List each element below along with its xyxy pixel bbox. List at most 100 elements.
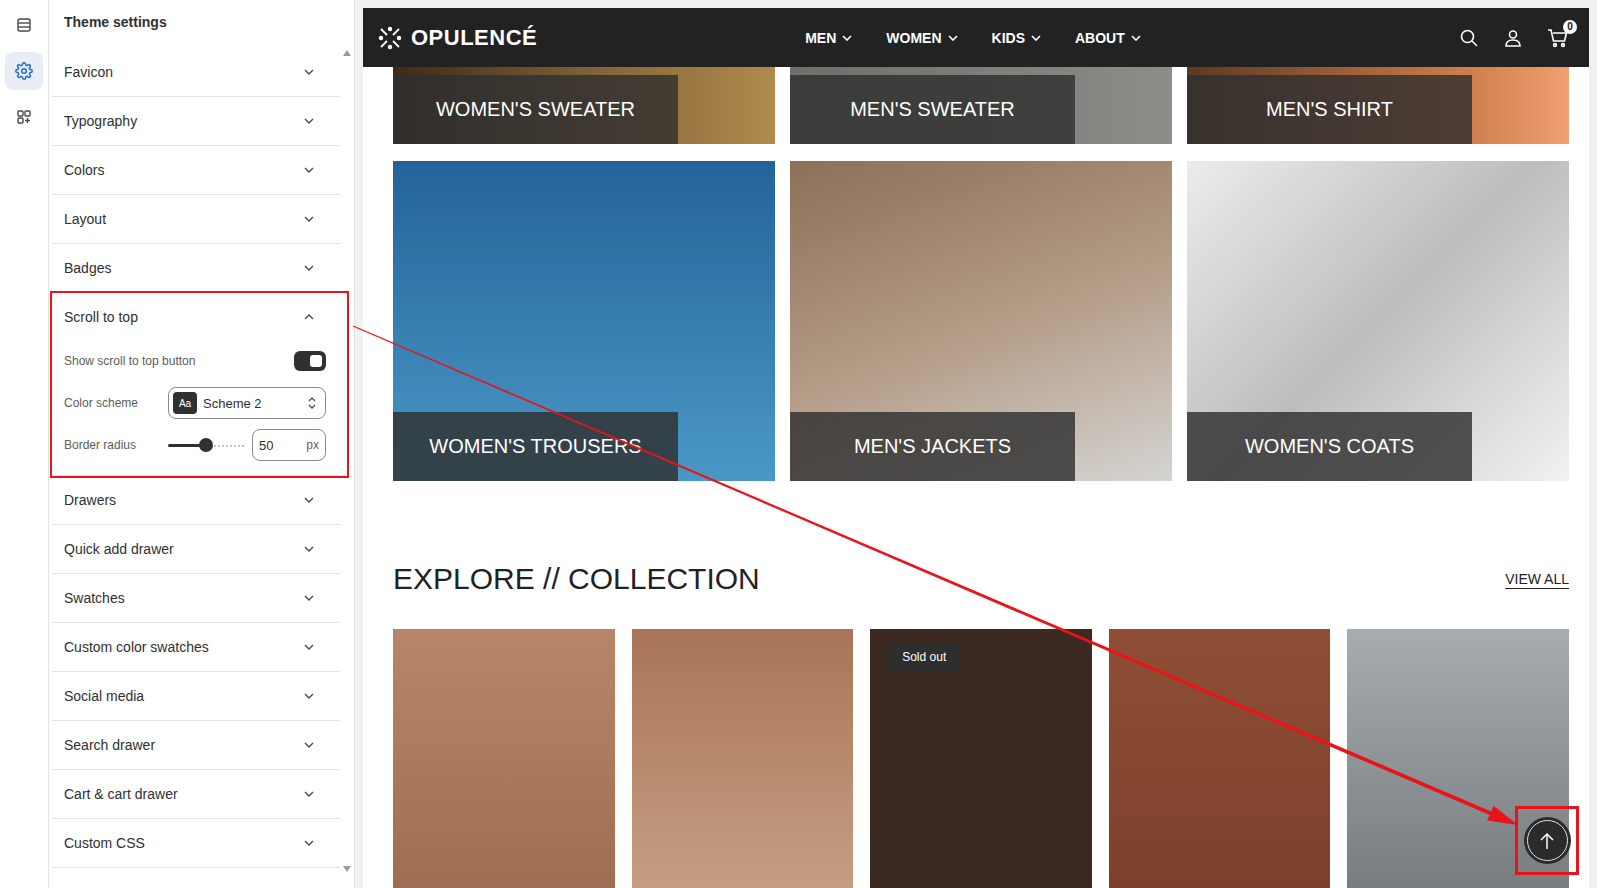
category-label: MEN'S JACKETS [790, 412, 1075, 481]
settings-section: Layout [52, 195, 340, 244]
color-scheme-setting: Color scheme Aa Scheme 2 [64, 387, 326, 419]
section-body: Show scroll to top button Color scheme A… [52, 341, 340, 475]
section-header[interactable]: Colors [52, 146, 340, 194]
settings-section: Quick add drawer [52, 525, 340, 574]
section-header[interactable]: Custom CSS [52, 819, 340, 867]
chevron-icon [948, 35, 958, 41]
section-header[interactable]: Drawers [52, 476, 340, 524]
section-header[interactable]: Custom color swatches [52, 623, 340, 671]
category-tile[interactable]: WOMEN'S COATS [1187, 161, 1569, 481]
rail-settings-button[interactable] [5, 52, 43, 90]
sections-icon [16, 17, 32, 33]
section-header[interactable]: Cart & cart drawer [52, 770, 340, 818]
settings-section: Swatches [52, 574, 340, 623]
border-radius-input[interactable]: 50px [252, 429, 326, 461]
chevron-icon [304, 118, 314, 124]
category-label: WOMEN'S TROUSERS [393, 412, 678, 481]
settings-section: Custom CSS [52, 819, 340, 868]
chevron-icon [304, 497, 314, 503]
rail-apps-button[interactable] [5, 98, 43, 136]
settings-section: Cart & cart drawer [52, 770, 340, 819]
nav-item[interactable]: ABOUT [1075, 30, 1141, 46]
settings-section: Badges [52, 244, 340, 293]
category-tile[interactable]: MEN'S SWEATER [790, 67, 1172, 144]
cart-button[interactable]: 0 [1547, 28, 1569, 48]
scheme-badge: Aa [173, 392, 197, 414]
scroll-down-icon [343, 866, 351, 872]
settings-section: Drawers [52, 476, 340, 525]
apps-icon [16, 109, 32, 125]
settings-section: Custom color swatches [52, 623, 340, 672]
scroll-to-top-button[interactable] [1524, 817, 1571, 864]
store-logo[interactable]: OPULENCÉ [377, 25, 805, 51]
chevron-icon [304, 546, 314, 552]
nav-item[interactable]: KIDS [992, 30, 1041, 46]
settings-section: Colors [52, 146, 340, 195]
store-nav: MEN WOMEN KIDS ABOUT [805, 30, 1141, 46]
border-radius-setting: Border radius 50px [64, 429, 326, 461]
theme-editor: Theme settings Favicon Typography Colors… [0, 0, 1597, 888]
storefront-preview: OPULENCÉ MEN WOMEN KIDS ABOUT 0 WOMEN'S … [363, 8, 1589, 888]
product-card[interactable] [1109, 629, 1331, 888]
panel-scrollbar[interactable] [340, 0, 354, 888]
chevron-icon [1131, 35, 1141, 41]
chevron-icon [304, 644, 314, 650]
section-header[interactable]: Swatches [52, 574, 340, 622]
chevron-icon [304, 595, 314, 601]
settings-section: Typography [52, 97, 340, 146]
nav-item[interactable]: WOMEN [886, 30, 957, 46]
border-radius-slider[interactable] [168, 438, 244, 452]
category-label: MEN'S SWEATER [790, 75, 1075, 144]
product-card[interactable] [632, 629, 854, 888]
annotation-arrow [0, 0, 1597, 888]
preview-area: OPULENCÉ MEN WOMEN KIDS ABOUT 0 WOMEN'S … [355, 0, 1597, 888]
section-header[interactable]: Social media [52, 672, 340, 720]
product-card[interactable]: Sold out [870, 629, 1092, 888]
chevron-icon [304, 791, 314, 797]
gear-icon [15, 62, 33, 80]
section-header[interactable]: Scroll to top [52, 293, 340, 341]
section-header[interactable]: Search drawer [52, 721, 340, 769]
settings-section: Favicon [52, 48, 340, 97]
store-content: WOMEN'S SWEATERMEN'S SWEATER MEN'S SHIRT W… [363, 67, 1589, 888]
scroll-up-icon [343, 50, 351, 56]
category-tile[interactable]: WOMEN'S SWEATER [393, 67, 775, 144]
view-all-link[interactable]: VIEW ALL [1505, 571, 1569, 587]
chevron-icon [842, 35, 852, 41]
rail-sections-button[interactable] [5, 6, 43, 44]
section-header[interactable]: Quick add drawer [52, 525, 340, 573]
collection-title: EXPLORE // COLLECTION [393, 562, 760, 596]
account-icon[interactable] [1503, 28, 1523, 48]
category-tile[interactable]: WOMEN'S TROUSERS [393, 161, 775, 481]
logo-icon [377, 25, 403, 51]
product-grid: Sold out [393, 629, 1569, 888]
settings-section: Search drawer [52, 721, 340, 770]
category-label: WOMEN'S COATS [1187, 412, 1472, 481]
scroll-top-highlight [1515, 806, 1579, 875]
chevron-icon [304, 840, 314, 846]
color-scheme-select[interactable]: Aa Scheme 2 [168, 387, 326, 419]
nav-item[interactable]: MEN [805, 30, 852, 46]
category-tile[interactable]: MEN'S SHIRT [1187, 67, 1569, 144]
section-header[interactable]: Badges [52, 244, 340, 292]
chevron-icon [304, 265, 314, 271]
settings-sections: Favicon Typography Colors Layout Badges … [52, 47, 340, 868]
section-header[interactable]: Layout [52, 195, 340, 243]
chevron-icon [304, 742, 314, 748]
show-button-setting: Show scroll to top button [64, 345, 326, 377]
category-tile[interactable]: MEN'S JACKETS [790, 161, 1172, 481]
sold-out-badge: Sold out [888, 643, 960, 671]
settings-panel: Theme settings Favicon Typography Colors… [49, 0, 355, 888]
settings-section: Scroll to top Show scroll to top button … [52, 293, 347, 476]
section-header[interactable]: Favicon [52, 48, 340, 96]
cart-count-badge: 0 [1563, 20, 1577, 34]
arrow-up-icon [1539, 832, 1555, 850]
chevron-icon [304, 216, 314, 222]
toggle-switch[interactable] [294, 351, 326, 371]
product-card[interactable] [393, 629, 615, 888]
store-header: OPULENCÉ MEN WOMEN KIDS ABOUT 0 [363, 8, 1589, 67]
category-label: MEN'S SHIRT [1187, 75, 1472, 144]
search-icon[interactable] [1459, 28, 1479, 48]
section-header[interactable]: Typography [52, 97, 340, 145]
chevron-icon [304, 167, 314, 173]
